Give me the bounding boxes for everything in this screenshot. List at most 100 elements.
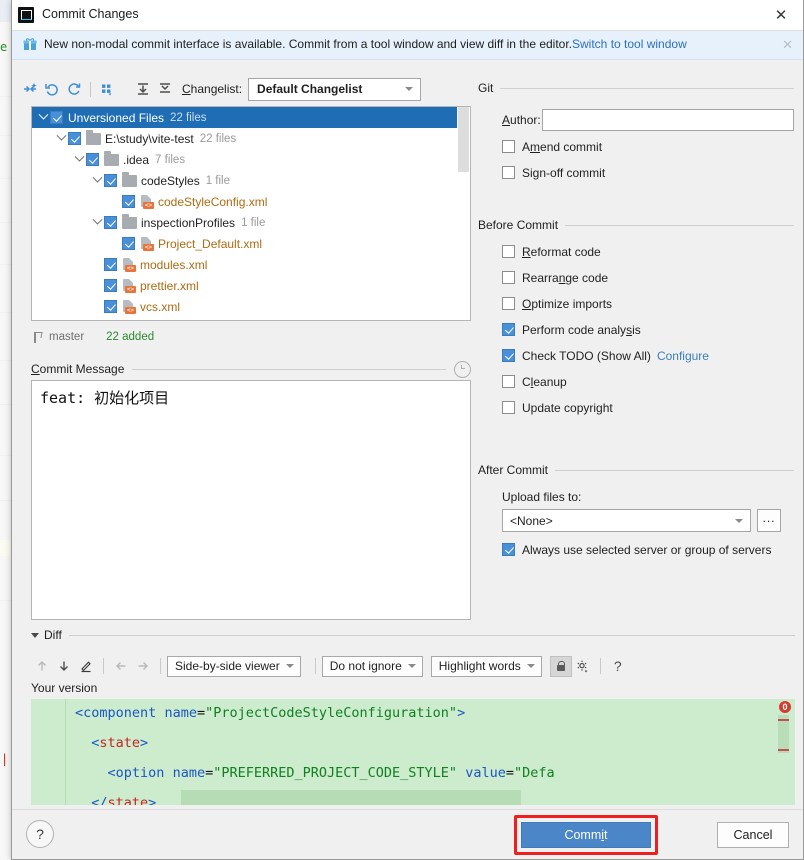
tree-row-inspectionprofiles-dir[interactable]: inspectionProfiles 1 file <box>32 212 470 233</box>
tree-label-project-root: E:\study\vite-test <box>105 131 194 146</box>
tree-checkbox-codestyleconfig-xml[interactable] <box>122 195 135 208</box>
diff-token: < <box>75 765 116 781</box>
diff-token: state <box>99 735 141 751</box>
upload-target-select[interactable]: <None> <box>502 509 751 532</box>
tree-row-modules-xml[interactable]: <> modules.xml <box>32 254 470 275</box>
tree-count-inspectionprofiles-dir: 1 file <box>241 216 266 229</box>
gear-icon[interactable] <box>572 655 594 677</box>
diff-scrollbar[interactable]: 0 <box>775 699 795 805</box>
commit-message-input[interactable] <box>31 380 471 620</box>
tree-checkbox-prettier-xml[interactable] <box>104 279 117 292</box>
previous-difference-icon[interactable] <box>31 655 53 677</box>
switch-to-tool-window-link[interactable]: Switch to tool window <box>572 37 687 51</box>
group-by-icon[interactable] <box>96 78 118 100</box>
toolbar-separator <box>314 658 316 674</box>
git-group: Git Author: Amend commit Sign-off commit <box>478 80 794 183</box>
tree-row-codestyles-dir[interactable]: codeStyles 1 file <box>32 170 470 191</box>
always-use-server-checkbox-box <box>502 543 515 556</box>
cleanup-checkbox[interactable]: Cleanup <box>478 371 794 392</box>
help-icon[interactable]: ? <box>607 655 629 677</box>
close-icon[interactable]: ✕ <box>759 0 803 30</box>
upload-browse-button[interactable]: ... <box>757 509 781 532</box>
optimize-imports-label: Optimize imports <box>522 297 612 311</box>
chevron-down-icon[interactable] <box>36 107 50 128</box>
toolbar-separator <box>599 658 601 674</box>
notification-message: New non-modal commit interface is availa… <box>44 37 573 51</box>
clock-icon[interactable] <box>454 360 471 378</box>
diff-token: name <box>172 765 206 781</box>
check-todo-label: Check TODO (Show All) <box>522 349 651 363</box>
always-use-server-checkbox[interactable]: Always use selected server or group of s… <box>478 539 794 560</box>
tree-row-unversioned-files[interactable]: Unversioned Files 22 files <box>32 107 470 128</box>
help-button[interactable]: ? <box>26 820 54 848</box>
dialog-footer: ? Comm i t Cancel <box>12 809 803 859</box>
reformat-code-label-post: eformat code <box>530 244 601 259</box>
commit-button[interactable]: Comm i t <box>521 822 651 848</box>
tree-checkbox-vcs-xml[interactable] <box>104 300 117 313</box>
expand-all-icon[interactable] <box>132 78 154 100</box>
check-todo-configure-link[interactable]: Configure <box>657 349 709 363</box>
tree-checkbox-unversioned-files[interactable] <box>50 111 63 124</box>
diff-viewer[interactable]: 1<component name="ProjectCodeStyleConfig… <box>31 699 795 805</box>
chevron-down-icon[interactable] <box>90 170 104 191</box>
chevron-down-icon[interactable] <box>31 632 39 638</box>
tree-row-prettier-xml[interactable]: <> prettier.xml <box>32 275 470 296</box>
tree-checkbox-project-default-xml[interactable] <box>122 237 135 250</box>
chevron-down-icon[interactable] <box>90 212 104 233</box>
tree-row-vcs-xml[interactable]: <> vcs.xml <box>32 296 470 317</box>
collapse-all-icon[interactable] <box>154 78 176 100</box>
tree-row-project-default-xml[interactable]: <> Project_Default.xml <box>32 233 470 254</box>
chevron-down-icon[interactable] <box>54 128 68 149</box>
perform-code-analysis-checkbox[interactable]: Perform code analysis <box>478 319 794 340</box>
show-diff-icon[interactable] <box>19 78 41 100</box>
diff-change-marker <box>778 749 789 751</box>
diff-code-line: <component name="ProjectCodeStyleConfigu… <box>75 705 465 721</box>
chevron-down-icon[interactable] <box>72 149 86 170</box>
tree-checkbox-idea-dir[interactable] <box>86 153 99 166</box>
error-badge[interactable]: 0 <box>779 701 791 713</box>
tree-checkbox-project-root[interactable] <box>68 132 81 145</box>
changelist-value: Default Changelist <box>257 82 363 96</box>
next-difference-icon[interactable] <box>53 655 75 677</box>
reformat-code-checkbox[interactable]: Reformat code <box>478 241 794 262</box>
sign-off-commit-checkbox[interactable]: Sign-off commit <box>478 162 794 183</box>
update-copyright-checkbox[interactable]: Update copyright <box>478 397 794 418</box>
tree-checkbox-modules-xml[interactable] <box>104 258 117 271</box>
revert-icon[interactable] <box>41 78 63 100</box>
viewer-mode-select[interactable]: Side-by-side viewer <box>167 655 301 677</box>
lock-icon[interactable] <box>549 655 572 677</box>
tree-scrollbar[interactable] <box>457 107 470 320</box>
tree-row-project-root[interactable]: E:\study\vite-test 22 files <box>32 128 470 149</box>
edit-source-icon[interactable] <box>75 655 97 677</box>
tree-row-vite-test-iml[interactable]: vite-test.iml <box>32 317 470 320</box>
tree-label-prettier-xml: prettier.xml <box>140 278 199 293</box>
tree-scrollbar-thumb[interactable] <box>458 107 469 172</box>
tree-count-unversioned-files: 22 files <box>170 111 207 124</box>
changelist-select[interactable]: Default Changelist <box>248 77 422 101</box>
accept-left-icon[interactable] <box>110 655 132 677</box>
refresh-icon[interactable] <box>63 78 85 100</box>
cancel-button[interactable]: Cancel <box>717 822 789 848</box>
tree-label-vcs-xml: vcs.xml <box>140 299 180 314</box>
tree-row-idea-dir[interactable]: .idea 7 files <box>32 149 470 170</box>
diff-section-title: Diff <box>44 628 62 642</box>
tree-checkbox-codestyles-dir[interactable] <box>104 174 117 187</box>
xml-file-icon: <> <box>140 236 154 251</box>
changes-tree[interactable]: Unversioned Files 22 files E:\study\vite-t… <box>31 106 471 321</box>
optimize-imports-checkbox[interactable]: Optimize imports <box>478 293 794 314</box>
highlight-mode-select[interactable]: Highlight words <box>430 655 542 677</box>
amend-commit-checkbox[interactable]: Amend commit <box>478 136 794 157</box>
divider <box>555 469 794 471</box>
cleanup-label-post: eanup <box>533 374 567 389</box>
tree-row-codestyleconfig-xml[interactable]: <> codeStyleConfig.xml <box>32 191 470 212</box>
check-todo-checkbox[interactable]: Check TODO (Show All) Configure <box>478 345 794 366</box>
rearrange-code-checkbox[interactable]: Rearrange code <box>478 267 794 288</box>
dialog-title: Commit Changes <box>42 7 139 21</box>
accept-right-icon[interactable] <box>132 655 154 677</box>
tree-checkbox-inspectionprofiles-dir[interactable] <box>104 216 117 229</box>
divider <box>132 368 446 370</box>
author-field[interactable] <box>542 109 794 131</box>
ignore-mode-select[interactable]: Do not ignore <box>321 655 423 677</box>
notification-close-icon[interactable]: ✕ <box>782 37 793 53</box>
